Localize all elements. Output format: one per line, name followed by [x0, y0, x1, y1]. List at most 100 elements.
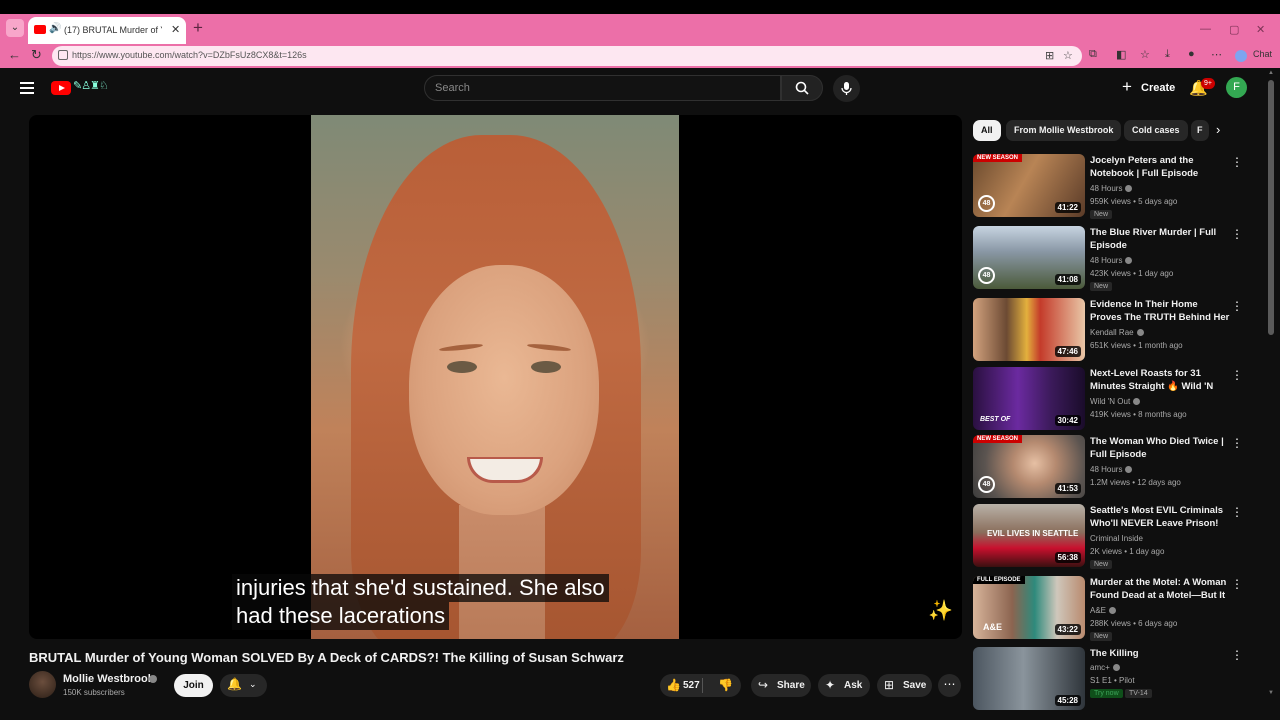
- chip-cold-cases[interactable]: Cold cases: [1124, 120, 1188, 141]
- duration-badge: 47:46: [1054, 346, 1081, 357]
- video-thumbnail[interactable]: FULL EPISODE A&E 43:22: [973, 576, 1085, 639]
- extensions-icon[interactable]: ⧉: [1089, 48, 1097, 61]
- minimize-icon[interactable]: —: [1200, 23, 1211, 35]
- more-options-icon[interactable]: ⋮: [1231, 648, 1243, 662]
- new-tab-icon[interactable]: +: [193, 18, 203, 38]
- rec-title: Murder at the Motel: A Woman Found Dead …: [1090, 577, 1227, 601]
- more-options-icon[interactable]: ⋮: [1231, 299, 1243, 313]
- profile-icon[interactable]: ●: [1188, 48, 1195, 60]
- chip-all[interactable]: All: [973, 120, 1001, 141]
- favorite-star-icon[interactable]: ☆: [1063, 49, 1073, 62]
- create-button[interactable]: + Create: [1116, 76, 1175, 100]
- list-item[interactable]: EVIL LIVES IN SEATTLE 56:38 Seattle's Mo…: [973, 504, 1263, 569]
- maximize-icon[interactable]: ▢: [1229, 23, 1239, 36]
- account-avatar[interactable]: F: [1226, 77, 1247, 98]
- save-label: Save: [903, 680, 927, 691]
- more-actions-icon[interactable]: ⋯: [938, 674, 961, 697]
- search-button[interactable]: [781, 75, 823, 101]
- portrait-brow-right: [526, 342, 572, 353]
- new-badge: New: [1090, 560, 1113, 569]
- rec-title: Next-Level Roasts for 31 Minutes Straigh…: [1090, 368, 1214, 392]
- menu-icon[interactable]: [20, 82, 34, 94]
- channel-avatar[interactable]: [29, 671, 56, 698]
- more-options-icon[interactable]: ⋮: [1231, 436, 1243, 450]
- duration-badge: 30:42: [1054, 415, 1081, 426]
- channel-name[interactable]: Mollie Westbrook: [63, 673, 154, 685]
- youtube-doodle-icon[interactable]: ✎♙♜♘: [73, 79, 109, 92]
- site-info-icon[interactable]: [58, 50, 68, 60]
- chip-from-channel[interactable]: From Mollie Westbrook: [1006, 120, 1122, 141]
- browser-tab-active[interactable]: 🔊 (17) BRUTAL Murder of Young ✕: [28, 17, 186, 44]
- tab-list-dropdown-icon[interactable]: ⌄: [6, 19, 24, 37]
- video-thumbnail[interactable]: 47:46: [973, 298, 1085, 361]
- list-item[interactable]: 47:46 Evidence In Their Home Proves The …: [973, 298, 1263, 362]
- copilot-chat-label[interactable]: Chat: [1253, 49, 1272, 59]
- list-item[interactable]: FULL EPISODE A&E 43:22 Murder at the Mot…: [973, 576, 1263, 641]
- list-item[interactable]: NEW SEASON 48 41:53 The Woman Who Died T…: [973, 435, 1263, 499]
- speaker-icon[interactable]: 🔊: [49, 23, 61, 34]
- video-thumbnail[interactable]: NEW SEASON 48 41:22: [973, 154, 1085, 217]
- more-options-icon[interactable]: ⋮: [1231, 368, 1243, 382]
- subscription-bell-button[interactable]: 🔔 ⌄: [220, 674, 267, 697]
- more-options-icon[interactable]: ⋮: [1231, 227, 1243, 241]
- back-icon[interactable]: ←: [8, 47, 21, 62]
- try-now-badge[interactable]: Try now: [1090, 689, 1123, 698]
- list-item[interactable]: 48 41:08 The Blue River Murder | Full Ep…: [973, 226, 1263, 291]
- caption-line-2: had these lacerations: [232, 602, 450, 630]
- video-thumbnail[interactable]: 48 41:08: [973, 226, 1085, 289]
- list-item[interactable]: NEW SEASON 48 41:22 Jocelyn Peters and t…: [973, 154, 1263, 219]
- like-count[interactable]: 527: [683, 680, 700, 691]
- close-tab-icon[interactable]: ✕: [171, 23, 180, 36]
- new-badge: New: [1090, 282, 1113, 291]
- app-available-icon[interactable]: ⊞: [1045, 49, 1054, 62]
- split-screen-icon[interactable]: ◧: [1116, 48, 1126, 61]
- list-item[interactable]: 45:28 The Killing amc+ S1 E1 • Pilot Try…: [973, 647, 1263, 711]
- ask-label: Ask: [844, 680, 863, 691]
- dislike-icon[interactable]: 👎: [718, 678, 733, 692]
- sparkle-icon[interactable]: ✨: [928, 598, 953, 623]
- video-thumbnail[interactable]: EVIL LIVES IN SEATTLE 56:38: [973, 504, 1085, 567]
- voice-search-button[interactable]: [833, 75, 860, 102]
- chip-truncated[interactable]: F: [1191, 120, 1209, 141]
- verified-icon: [1109, 607, 1117, 615]
- share-button[interactable]: ↪ Share: [751, 674, 811, 697]
- video-thumbnail[interactable]: NEW SEASON 48 41:53: [973, 435, 1085, 498]
- favorites-icon[interactable]: ☆: [1140, 48, 1150, 61]
- tab-title: (17) BRUTAL Murder of Young: [64, 25, 162, 35]
- copilot-icon[interactable]: [1235, 50, 1247, 62]
- verified-icon: [1112, 664, 1120, 672]
- like-icon[interactable]: 👍: [666, 678, 681, 692]
- chevron-right-icon[interactable]: ›: [1216, 122, 1220, 137]
- address-bar[interactable]: https://www.youtube.com/watch?v=DZbFsUz8…: [52, 46, 1082, 66]
- downloads-icon[interactable]: ⤓: [1165, 48, 1170, 61]
- search-input[interactable]: Search: [424, 75, 781, 101]
- microphone-icon: [841, 82, 852, 95]
- duration-badge: 56:38: [1054, 552, 1081, 563]
- video-thumbnail[interactable]: 45:28: [973, 647, 1085, 710]
- more-options-icon[interactable]: ⋮: [1231, 577, 1243, 591]
- refresh-icon[interactable]: ↻: [31, 47, 42, 63]
- scroll-down-arrow[interactable]: ▼: [1268, 690, 1274, 696]
- settings-more-icon[interactable]: ⋯: [1211, 48, 1222, 61]
- scroll-up-arrow[interactable]: ▲: [1268, 70, 1274, 76]
- 48-hours-logo: 48: [978, 476, 995, 493]
- ask-button[interactable]: ✦ Ask: [818, 674, 870, 697]
- page-scrollbar[interactable]: [1268, 80, 1274, 335]
- video-thumbnail[interactable]: BEST OF 30:42: [973, 367, 1085, 430]
- duration-badge: 43:22: [1054, 624, 1081, 635]
- more-options-icon[interactable]: ⋮: [1231, 505, 1243, 519]
- video-player[interactable]: injuries that she'd sustained. She also …: [29, 115, 962, 639]
- list-item[interactable]: BEST OF 30:42 Next-Level Roasts for 31 M…: [973, 367, 1263, 431]
- chevron-down-icon: ⌄: [249, 679, 257, 689]
- more-options-icon[interactable]: ⋮: [1231, 155, 1243, 169]
- 48-hours-logo: 48: [978, 195, 995, 212]
- browser-tab-bar: ⌄ 🔊 (17) BRUTAL Murder of Young ✕ + — ▢ …: [0, 14, 1280, 44]
- duration-badge: 41:22: [1054, 202, 1081, 213]
- save-button[interactable]: ⊞ Save: [877, 674, 932, 697]
- portrait-brow-left: [438, 342, 484, 353]
- rec-meta: S1 E1 • Pilot: [1090, 676, 1135, 685]
- youtube-favicon-icon: [34, 25, 46, 34]
- join-button[interactable]: Join: [174, 674, 213, 697]
- youtube-logo[interactable]: [51, 81, 71, 95]
- close-window-icon[interactable]: ✕: [1256, 23, 1265, 36]
